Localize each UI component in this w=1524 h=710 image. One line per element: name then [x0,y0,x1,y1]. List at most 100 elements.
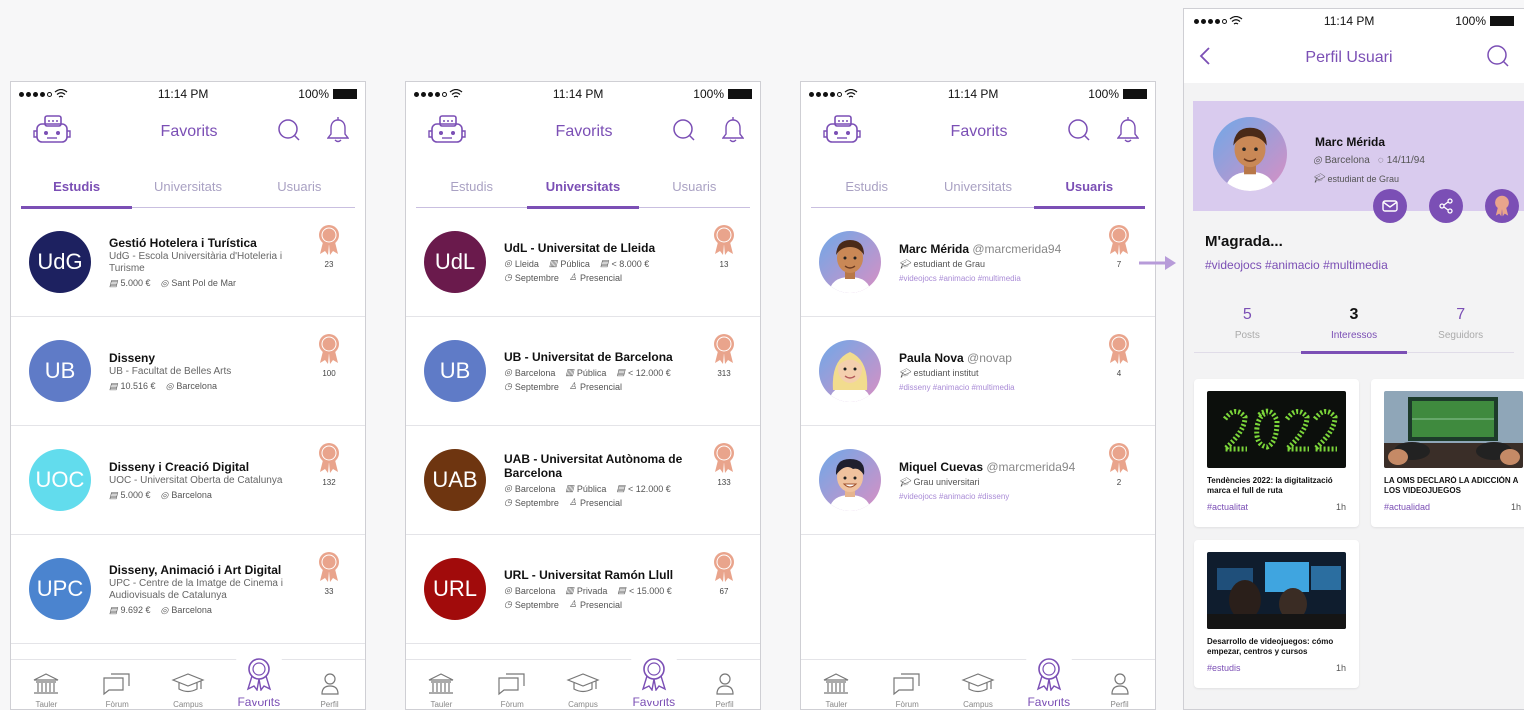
university-row[interactable]: UB UB - Universitat de Barcelona ◎ Barcel… [406,317,760,426]
share-button[interactable] [1429,189,1463,223]
nav-label: Fòrum [500,700,524,709]
bell-icon[interactable] [721,116,745,148]
favorite-badge[interactable]: 133 [708,442,740,487]
user-tags: #disseny #animacio #multimedia [899,382,1015,392]
nav-perfil[interactable]: Perfil [1090,672,1150,709]
news-card[interactable]: Tendències 2022: la digitalització marca… [1194,379,1359,527]
study-row[interactable]: UOC Disseny i Creació Digital UOC - Univ… [11,426,365,535]
tab-universitats[interactable]: Universitats [132,179,243,209]
user-row[interactable]: Paula Nova @novap 🎓︎ estudiant institut #… [801,317,1155,426]
study-row[interactable]: UdG Gestió Hotelera i Turística UdG - Es… [11,208,365,317]
search-icon[interactable] [277,118,301,147]
stat-seguidors[interactable]: 7 Seguidors [1407,306,1514,354]
nav-label: Perfil [320,700,339,709]
person-icon: ♙ [568,599,577,609]
award-icon [1109,443,1129,473]
award-icon [1109,334,1129,364]
back-chevron-icon[interactable] [1198,46,1212,71]
news-time: 1h [1510,502,1521,512]
favorite-button[interactable] [1485,189,1519,223]
favorite-badge[interactable]: 313 [708,333,740,378]
favorite-badge[interactable]: 4 [1103,333,1135,378]
nav-forum[interactable]: Fòrum [482,672,542,709]
nav-tauler[interactable]: Tauler [806,672,866,709]
tab-estudis[interactable]: Estudis [416,179,527,209]
study-row[interactable]: UB Disseny UB - Facultat de Belles Arts … [11,317,365,426]
award-icon [641,658,666,691]
tab-usuaris[interactable]: Usuaris [244,179,355,209]
university-title: URL - Universitat Ramón Llull [504,568,674,582]
favorite-badge[interactable]: 23 [313,224,345,269]
user-role: Grau universitari [913,477,980,487]
favorite-badge[interactable]: 132 [313,442,345,487]
likes-title: M'agrada... [1205,233,1283,250]
favorite-badge[interactable]: 33 [313,551,345,596]
study-logo: UB [29,340,91,402]
nav-campus[interactable]: Campus [158,672,218,709]
news-tag[interactable]: #actualitat [1207,502,1248,512]
news-tag[interactable]: #actualidad [1384,502,1430,512]
nav-forum[interactable]: Fòrum [87,672,147,709]
chat-icon [103,673,130,696]
favorite-badge[interactable]: 13 [708,224,740,269]
stat-posts[interactable]: 5 Posts [1194,306,1301,354]
university-month: Septembre [514,272,559,283]
nav-favorits[interactable]: Favorits [624,647,684,709]
award-icon [319,552,339,582]
university-row[interactable]: UdL UdL - Universitat de Lleida ◎ Lleida ▥… [406,208,760,317]
user-tags: #videojocs #animacio #disseny [899,491,1010,501]
nav-favorits[interactable]: Favorits [229,647,289,709]
university-logo: UdL [424,231,486,293]
favorite-badge[interactable]: 7 [1103,224,1135,269]
search-icon[interactable] [672,118,696,147]
tab-universitats[interactable]: Universitats [527,179,639,209]
nav-campus[interactable]: Campus [948,672,1008,709]
tab-estudis[interactable]: Estudis [21,179,133,209]
news-title: Desarrollo de videojuegos: cómo empezar,… [1207,637,1334,656]
bell-icon[interactable] [1116,116,1140,148]
message-button[interactable] [1373,189,1407,223]
building-icon [34,673,59,694]
nav-perfil[interactable]: Perfil [300,672,360,709]
location-icon: ◎ [504,483,512,493]
study-row[interactable]: UPC Disseny, Animació i Art Digital UPC … [11,535,365,644]
search-icon[interactable] [1486,44,1510,73]
robot-icon[interactable] [33,114,71,151]
nav-perfil[interactable]: Perfil [695,672,755,709]
search-icon[interactable] [1067,118,1091,147]
tab-usuaris[interactable]: Usuaris [639,179,750,209]
calendar-icon: ◷ [504,497,512,507]
nav-favorits[interactable]: Favorits [1019,647,1079,709]
user-name: Miquel Cuevas [899,459,984,474]
favorite-badge[interactable]: 67 [708,551,740,596]
news-tag[interactable]: #estudis [1207,663,1241,673]
university-row[interactable]: URL URL - Universitat Ramón Llull ◎ Barce… [406,535,760,644]
news-card[interactable]: Desarrollo de videojuegos: cómo empezar,… [1194,540,1359,688]
favorite-count: 67 [719,587,729,596]
award-icon [246,658,271,691]
university-title: UB - Universitat de Barcelona [504,350,673,364]
nav-label: Tauler [430,700,453,709]
nav-tauler[interactable]: Tauler [411,672,471,709]
favorite-badge[interactable]: 100 [313,333,345,378]
nav-tauler[interactable]: Tauler [16,672,76,709]
tab-universitats[interactable]: Universitats [922,179,1033,209]
user-row[interactable]: Marc Mérida @marcmerida94 🎓︎ estudiant de… [801,208,1155,317]
nav-forum[interactable]: Fòrum [877,672,937,709]
robot-icon[interactable] [823,114,861,151]
nav-campus[interactable]: Campus [553,672,613,709]
favorite-badge[interactable]: 2 [1103,442,1135,487]
award-icon [714,225,734,255]
news-image [1207,391,1346,468]
location-icon: ◎ [160,489,169,500]
university-row[interactable]: UAB UAB - Universitat Autònoma de Barcel… [406,426,760,535]
robot-icon[interactable] [428,114,466,151]
person-icon: ♙ [568,497,577,507]
bell-icon[interactable] [326,116,350,148]
tab-estudis[interactable]: Estudis [811,179,922,209]
tab-usuaris[interactable]: Usuaris [1033,179,1145,209]
stat-interessos[interactable]: 3 Interessos [1300,306,1408,354]
news-card[interactable]: LA OMS DECLARÓ LA ADICCIÓN A LOS VIDEOJU… [1371,379,1524,527]
university-place: Barcelona [514,585,556,596]
user-row[interactable]: Miquel Cuevas @marcmerida94 🎓︎ Grau unive… [801,426,1155,535]
